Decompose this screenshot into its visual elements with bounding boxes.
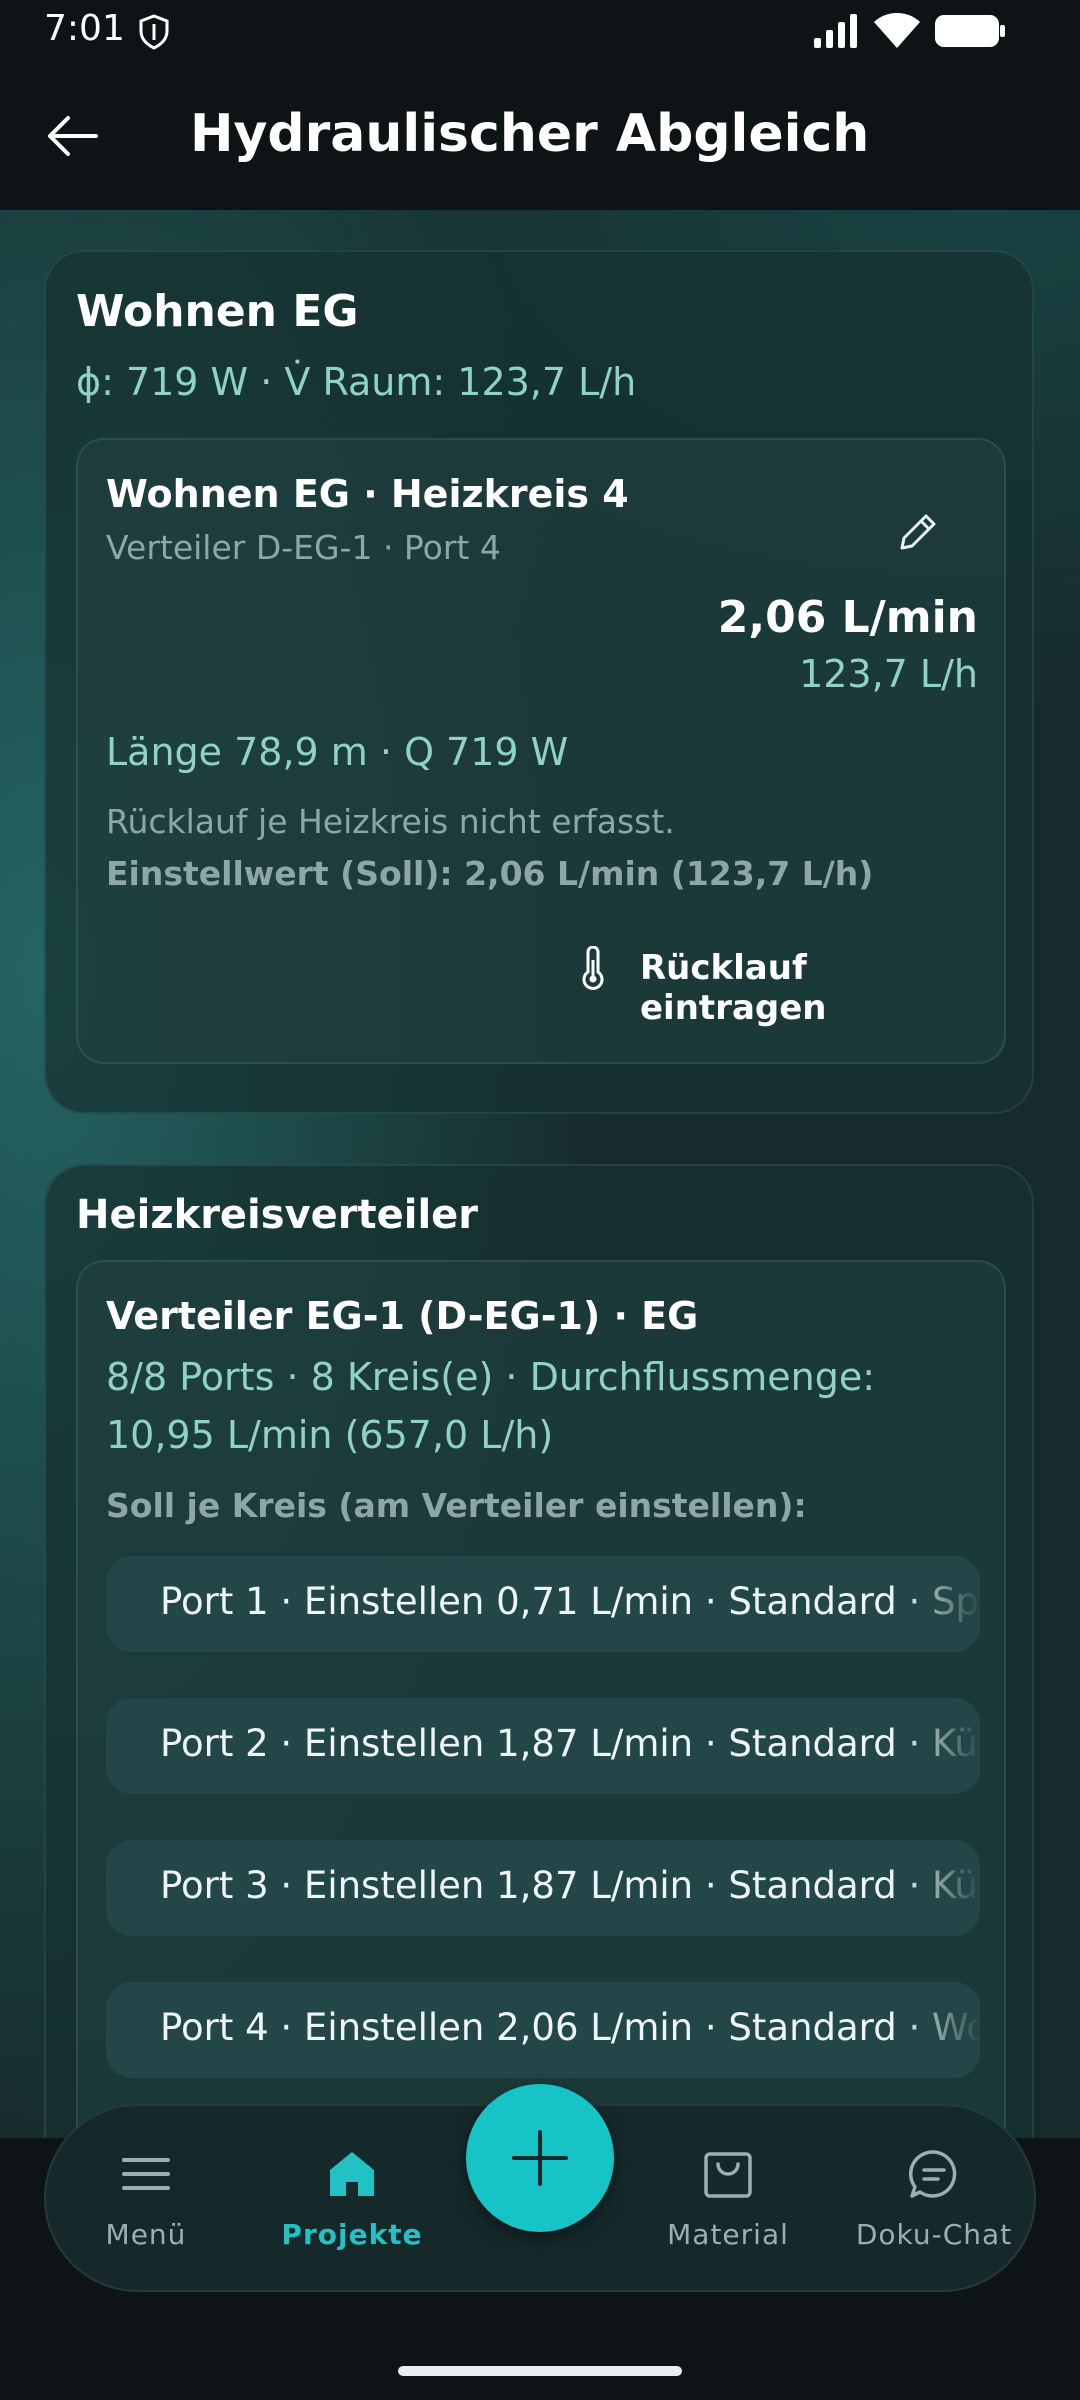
circuit-flow-lmin: 2,06 L/min bbox=[717, 592, 978, 643]
app-bar: Hydraulischer Abgleich bbox=[0, 66, 1080, 210]
circuit-title: Wohnen EG · Heizkreis 4 bbox=[106, 472, 629, 516]
distributor-section-card: Heizkreisverteiler Verteiler EG-1 (D-EG-… bbox=[44, 1164, 1034, 2140]
thermometer-icon bbox=[582, 946, 604, 990]
section-title: Heizkreisverteiler bbox=[76, 1192, 479, 1238]
nav-label-menu: Menü bbox=[105, 2218, 187, 2251]
room-summary: ϕ: 719 W · V̇ Raum: 123,7 L/h bbox=[76, 360, 637, 404]
back-arrow-icon[interactable] bbox=[42, 106, 102, 166]
shopping-bag-icon bbox=[704, 2152, 752, 2198]
circuit-subtitle: Verteiler D-EG-1 · Port 4 bbox=[106, 528, 501, 567]
nav-label-doku-chat: Doku-Chat bbox=[855, 2218, 1013, 2251]
enter-return-flow-label: Rücklauf eintragen bbox=[640, 948, 827, 1028]
content-scroll-area[interactable]: Wohnen EG ϕ: 719 W · V̇ Raum: 123,7 L/h … bbox=[0, 210, 1080, 2140]
heating-circuit-card: Wohnen EG · Heizkreis 4 Verteiler D-EG-1… bbox=[76, 438, 1006, 1064]
distributor-title: Verteiler EG-1 (D-EG-1) · EG bbox=[106, 1294, 699, 1338]
nav-label-projects: Projekte bbox=[281, 2218, 423, 2251]
page-title: Hydraulischer Abgleich bbox=[190, 104, 870, 164]
shield-icon bbox=[139, 14, 169, 50]
port-chip[interactable]: Port 4 · Einstellen 2,06 L/min · Standar… bbox=[106, 1982, 980, 2078]
nav-item-projects[interactable]: Projekte bbox=[252, 2106, 452, 2294]
menu-icon bbox=[122, 2158, 170, 2190]
nav-label-material: Material bbox=[667, 2218, 789, 2251]
port-chip[interactable]: Port 3 · Einstellen 1,87 L/min · Standar… bbox=[106, 1840, 980, 1936]
plus-icon bbox=[512, 2130, 568, 2186]
return-flow-note: Rücklauf je Heizkreis nicht erfasst. bbox=[106, 802, 675, 841]
battery-icon bbox=[935, 15, 1005, 47]
port-chip[interactable]: Port 1 · Einstellen 0,71 L/min · Standar… bbox=[106, 1556, 980, 1652]
setpoint-value: Einstellwert (Soll): 2,06 L/min (123,7 L… bbox=[106, 854, 874, 893]
home-icon bbox=[330, 2152, 374, 2196]
port-chip-label: Port 1 · Einstellen 0,71 L/min · Standar… bbox=[160, 1580, 980, 1623]
port-chip-label: Port 4 · Einstellen 2,06 L/min · Standar… bbox=[160, 2006, 980, 2049]
wifi-icon bbox=[874, 13, 920, 48]
room-title: Wohnen EG bbox=[76, 286, 359, 337]
home-indicator bbox=[398, 2366, 682, 2376]
setpoint-per-circuit-label: Soll je Kreis (am Verteiler einstellen): bbox=[106, 1486, 807, 1525]
distributor-card: Verteiler EG-1 (D-EG-1) · EG 8/8 Ports ·… bbox=[76, 1260, 1006, 2140]
edit-pencil-icon[interactable] bbox=[896, 510, 940, 554]
room-card: Wohnen EG ϕ: 719 W · V̇ Raum: 123,7 L/h … bbox=[44, 250, 1034, 1114]
distributor-summary: 8/8 Ports · 8 Kreis(e) · Durchflussmenge… bbox=[106, 1355, 876, 1457]
nav-item-material[interactable]: Material bbox=[628, 2106, 828, 2294]
status-bar: 7:01 bbox=[0, 0, 1080, 66]
circuit-length-power: Länge 78,9 m · Q 719 W bbox=[106, 730, 569, 774]
nav-item-doku-chat[interactable]: Doku-Chat bbox=[834, 2106, 1034, 2294]
status-time: 7:01 bbox=[44, 8, 125, 49]
port-chip-label: Port 3 · Einstellen 1,87 L/min · Standar… bbox=[160, 1864, 980, 1907]
enter-return-flow-button[interactable]: Rücklauf eintragen bbox=[556, 930, 976, 1028]
add-fab-button[interactable] bbox=[466, 2084, 614, 2232]
nav-item-menu[interactable]: Menü bbox=[46, 2106, 246, 2294]
chat-bubble-icon bbox=[909, 2150, 957, 2198]
port-chip-label: Port 2 · Einstellen 1,87 L/min · Standar… bbox=[160, 1722, 980, 1765]
port-chip[interactable]: Port 2 · Einstellen 1,87 L/min · Standar… bbox=[106, 1698, 980, 1794]
circuit-flow-lh: 123,7 L/h bbox=[799, 652, 978, 696]
cell-signal-icon bbox=[814, 14, 857, 48]
